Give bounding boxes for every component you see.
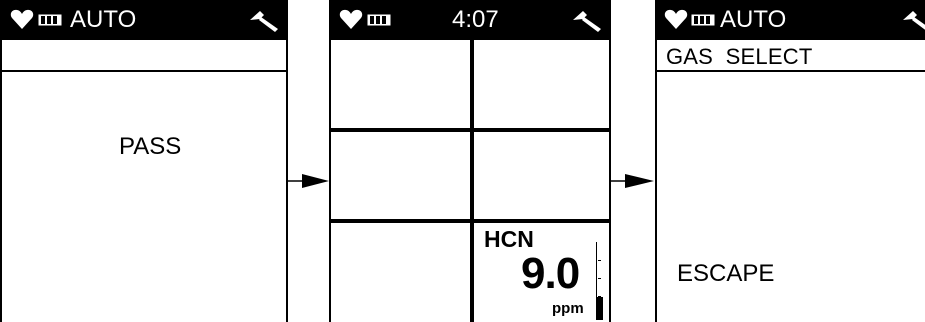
status-bar: AUTO [657,0,925,40]
wrench-icon [573,11,601,32]
menu-option-escape[interactable]: ESCAPE [677,261,774,287]
status-bar: AUTO [2,0,286,40]
header-divider [657,70,925,72]
wrench-icon [250,11,278,32]
menu-header: GAS SELECT [657,40,925,70]
display-screen-gas-select: AUTO GAS SELECT ESCAPE [655,0,925,322]
display-screen-pass: AUTO PASS [0,0,288,322]
wrench-icon [903,11,925,30]
grid-divider-horizontal [331,219,609,223]
gas-reading: 9.0 [521,249,580,298]
pass-message: PASS [119,133,182,160]
battery-icon [38,14,62,26]
mode-label: AUTO [70,6,137,33]
heart-icon [10,9,34,29]
menu-title: GAS SELECT [666,44,813,69]
clock-time: 4:07 [452,6,499,33]
right-arrow-icon [609,174,654,188]
gas-name: HCN [484,226,534,252]
gas-level-bar [596,242,604,320]
display-screen-sensors: 4:07 HCN 9.0 ppm [329,0,611,322]
status-bar: 4:07 [331,0,609,40]
grid-divider-vertical [470,40,474,322]
heart-icon [339,9,363,29]
mode-label: AUTO [720,6,787,33]
gas-unit: ppm [552,300,584,317]
heart-icon [664,9,688,29]
grid-divider-horizontal [331,128,609,132]
right-arrow-icon [286,174,329,188]
header-divider [2,70,286,72]
battery-icon [367,14,391,26]
battery-icon [691,14,715,26]
